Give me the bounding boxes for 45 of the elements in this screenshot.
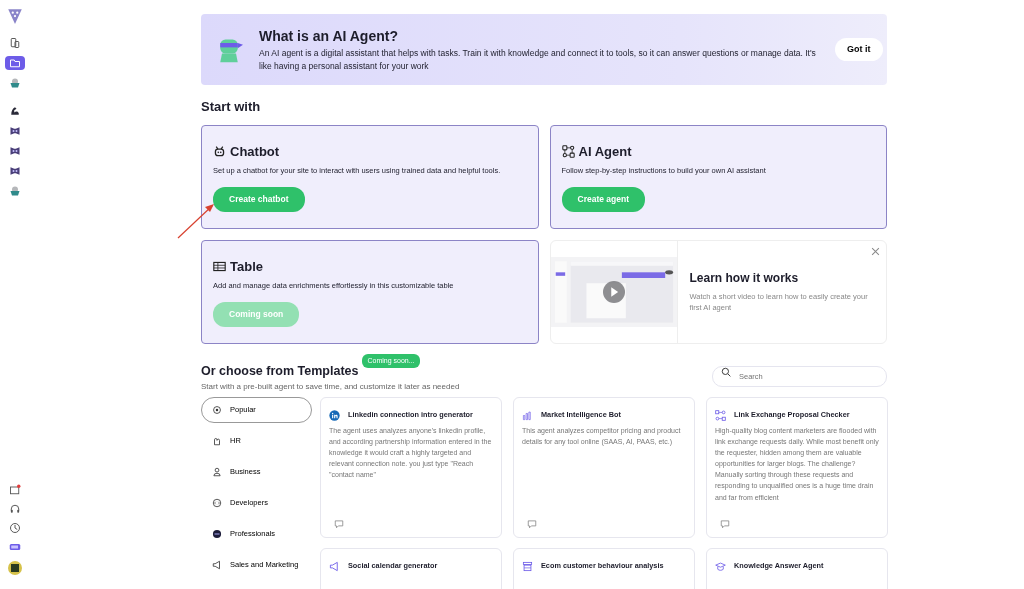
arm-icon <box>9 105 21 117</box>
store-icon <box>522 560 533 572</box>
nodes-icon <box>715 409 726 421</box>
chat-icon <box>334 518 344 529</box>
card-title: Table <box>230 257 263 276</box>
category-icon <box>212 466 222 477</box>
nodes-icon <box>561 144 575 158</box>
battery-icon[interactable] <box>9 541 21 553</box>
folder-icon <box>9 57 21 69</box>
mail-icon[interactable] <box>9 484 21 496</box>
category-icon <box>212 435 222 446</box>
graduation-cap-icon <box>715 560 726 572</box>
clock-icon[interactable] <box>9 522 21 534</box>
close-icon[interactable] <box>871 246 880 256</box>
chat-icon <box>720 518 730 529</box>
bot-icon <box>213 144 226 158</box>
headset-icon[interactable] <box>9 503 21 515</box>
template-card[interactable] <box>706 396 888 538</box>
got-it-button[interactable]: Got it <box>835 37 883 62</box>
megaphone-icon <box>329 560 340 572</box>
section-subtitle: Start with a pre-built agent to save time, and customize it later as needed <box>201 380 460 393</box>
category-icon <box>212 559 222 570</box>
section-heading: Start with <box>201 98 262 116</box>
category-icon <box>212 404 222 415</box>
table-icon <box>213 259 226 273</box>
search-icon <box>721 366 731 377</box>
pages-icon <box>9 37 21 49</box>
chat-icon <box>527 518 537 529</box>
video-title: Learn how it works <box>689 269 800 287</box>
bowl-icon <box>9 185 21 197</box>
avatar-icon[interactable] <box>7 560 23 576</box>
card-title: Chatbot <box>230 142 280 161</box>
template-card[interactable] <box>320 396 502 538</box>
section-heading: Or choose from Templates <box>201 362 359 380</box>
play-icon <box>602 280 625 303</box>
linkedin-icon <box>329 409 340 421</box>
banner-title: What is an AI Agent? <box>259 26 399 46</box>
annotation-arrow <box>176 202 216 240</box>
category-icon <box>212 528 222 539</box>
banner-text: An AI agent is a digital assistant that helps with tasks. Train it with knowledge and connect it to tools, so it can answer questions or manage data. It's like having a personal assistant for your work <box>259 46 817 73</box>
bowl-icon <box>9 77 21 89</box>
category-icon <box>212 497 222 508</box>
card-title: AI Agent <box>578 142 632 161</box>
bar-chart-icon <box>522 409 533 421</box>
logo-icon <box>6 6 24 26</box>
